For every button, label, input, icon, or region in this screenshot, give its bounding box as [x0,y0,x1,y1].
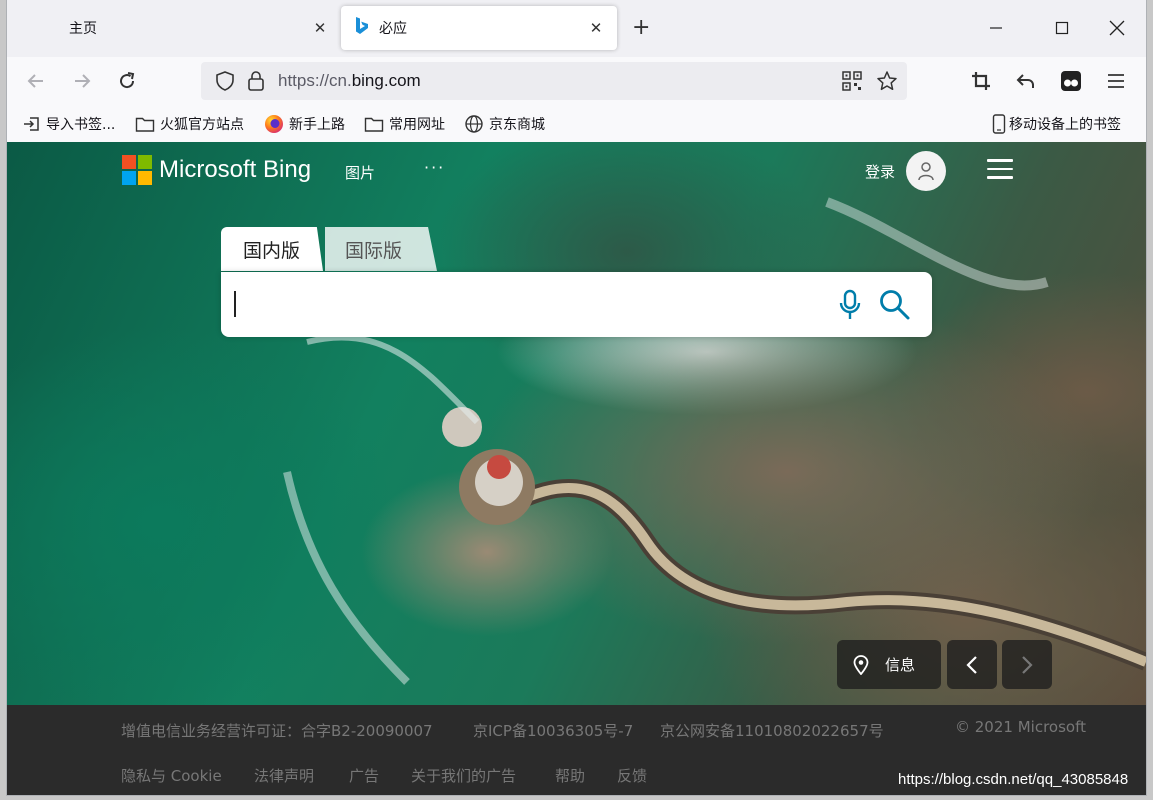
footer-license[interactable]: 增值电信业务经营许可证：合字B2-20090007 [121,720,433,741]
tab-bar: 主页 ✕ 必应 ✕ + [7,0,1146,57]
bookmark-jd[interactable]: 京东商城 [464,114,545,134]
undo-icon[interactable] [1013,68,1039,94]
footer-help-link[interactable]: 帮助 [555,765,585,786]
bing-homepage: Microsoft Bing 图片 ··· 登录 国内版 国际版 信息 [7,142,1146,705]
previous-image-button[interactable] [947,640,997,689]
chevron-right-icon [1022,655,1033,674]
star-icon[interactable] [876,70,898,96]
browser-window: 主页 ✕ 必应 ✕ + https://cn.bing.com 导入书签... … [7,0,1146,795]
tab-label: 主页 [69,21,97,37]
chevron-left-icon [966,655,977,674]
new-tab-button[interactable]: + [632,17,650,39]
watermark-text: https://blog.csdn.net/qq_43085848 [898,771,1129,788]
folder-icon [364,117,384,132]
location-pin-icon [853,654,869,675]
url-text[interactable]: https://cn.bing.com [278,71,421,91]
lock-icon[interactable] [247,71,265,95]
import-icon [24,117,39,131]
bookmark-firefox-official[interactable]: 火狐官方站点 [135,114,244,134]
text-caret [234,291,236,317]
bookmark-label: 火狐官方站点 [160,117,244,133]
footer-ads-link[interactable]: 广告 [349,765,379,786]
close-icon[interactable]: ✕ [587,19,605,37]
close-window-icon[interactable] [1103,14,1131,42]
bing-logo[interactable]: Microsoft Bing [122,155,311,185]
bing-icon [355,17,369,39]
url-bar[interactable]: https://cn.bing.com [201,62,907,100]
nav-images-link[interactable]: 图片 [345,162,375,183]
mobile-icon [992,114,1006,134]
firefox-icon [265,115,283,133]
microphone-icon[interactable] [838,289,862,325]
back-icon[interactable] [23,68,49,94]
footer-police-record[interactable]: 京公网安备11010802022657号 [660,720,884,741]
url-scheme: https://cn. [278,71,352,90]
extension-icon[interactable] [1058,68,1084,94]
globe-icon [465,115,483,133]
crop-icon[interactable] [968,68,994,94]
forward-icon[interactable] [69,68,95,94]
bookmarks-toolbar: 导入书签... 火狐官方站点 新手上路 常用网址 京东商城 移动设备上的书签 [7,105,1146,142]
tab-bing[interactable]: 必应 ✕ [341,6,617,50]
search-icon[interactable] [878,288,912,326]
bookmark-label: 新手上路 [289,117,345,133]
footer-about-ads-link[interactable]: 关于我们的广告 [411,765,516,786]
bookmark-getting-started[interactable]: 新手上路 [264,114,345,134]
nav-bar: https://cn.bing.com [7,57,1146,105]
close-icon[interactable]: ✕ [311,19,329,37]
search-box [221,272,932,337]
footer-legal-link[interactable]: 法律声明 [254,765,314,786]
bookmark-label: 常用网址 [389,117,445,133]
footer-copyright: © 2021 Microsoft [955,718,1086,736]
shield-icon[interactable] [215,71,235,95]
minimize-icon[interactable] [982,14,1010,42]
microsoft-logo-icon [122,155,152,185]
footer-feedback-link[interactable]: 反馈 [617,765,647,786]
tab-international[interactable]: 国际版 [325,227,437,271]
background-image [283,197,1146,685]
image-info-button[interactable]: 信息 [837,640,941,689]
next-image-button[interactable] [1002,640,1052,689]
tab-label: 必应 [379,21,407,37]
footer-icp[interactable]: 京ICP备10036305号-7 [473,720,633,741]
bookmark-label: 导入书签... [46,117,116,133]
tab-domestic[interactable]: 国内版 [221,227,323,271]
tab-home[interactable]: 主页 ✕ [7,6,341,50]
user-icon [918,162,934,181]
search-input[interactable] [239,288,823,322]
app-menu-icon[interactable] [1103,68,1129,94]
bookmark-mobile[interactable]: 移动设备上的书签 [992,114,1121,134]
nav-more-link[interactable]: ··· [424,158,445,177]
hamburger-menu-icon[interactable] [987,159,1013,179]
bookmark-import[interactable]: 导入书签... [23,114,115,134]
footer-privacy-link[interactable]: 隐私与 Cookie [121,765,222,786]
bookmark-common-sites[interactable]: 常用网址 [364,114,445,134]
avatar[interactable] [906,151,946,191]
qr-code-icon[interactable] [842,71,862,95]
bookmark-label: 京东商城 [489,117,545,133]
reload-icon[interactable] [114,68,140,94]
info-label: 信息 [885,656,916,674]
folder-icon [135,117,155,132]
logo-text: Microsoft Bing [159,156,312,183]
bookmark-label: 移动设备上的书签 [1009,117,1121,133]
url-domain: bing.com [351,71,421,90]
login-link[interactable]: 登录 [865,161,895,182]
maximize-icon[interactable] [1048,14,1076,42]
